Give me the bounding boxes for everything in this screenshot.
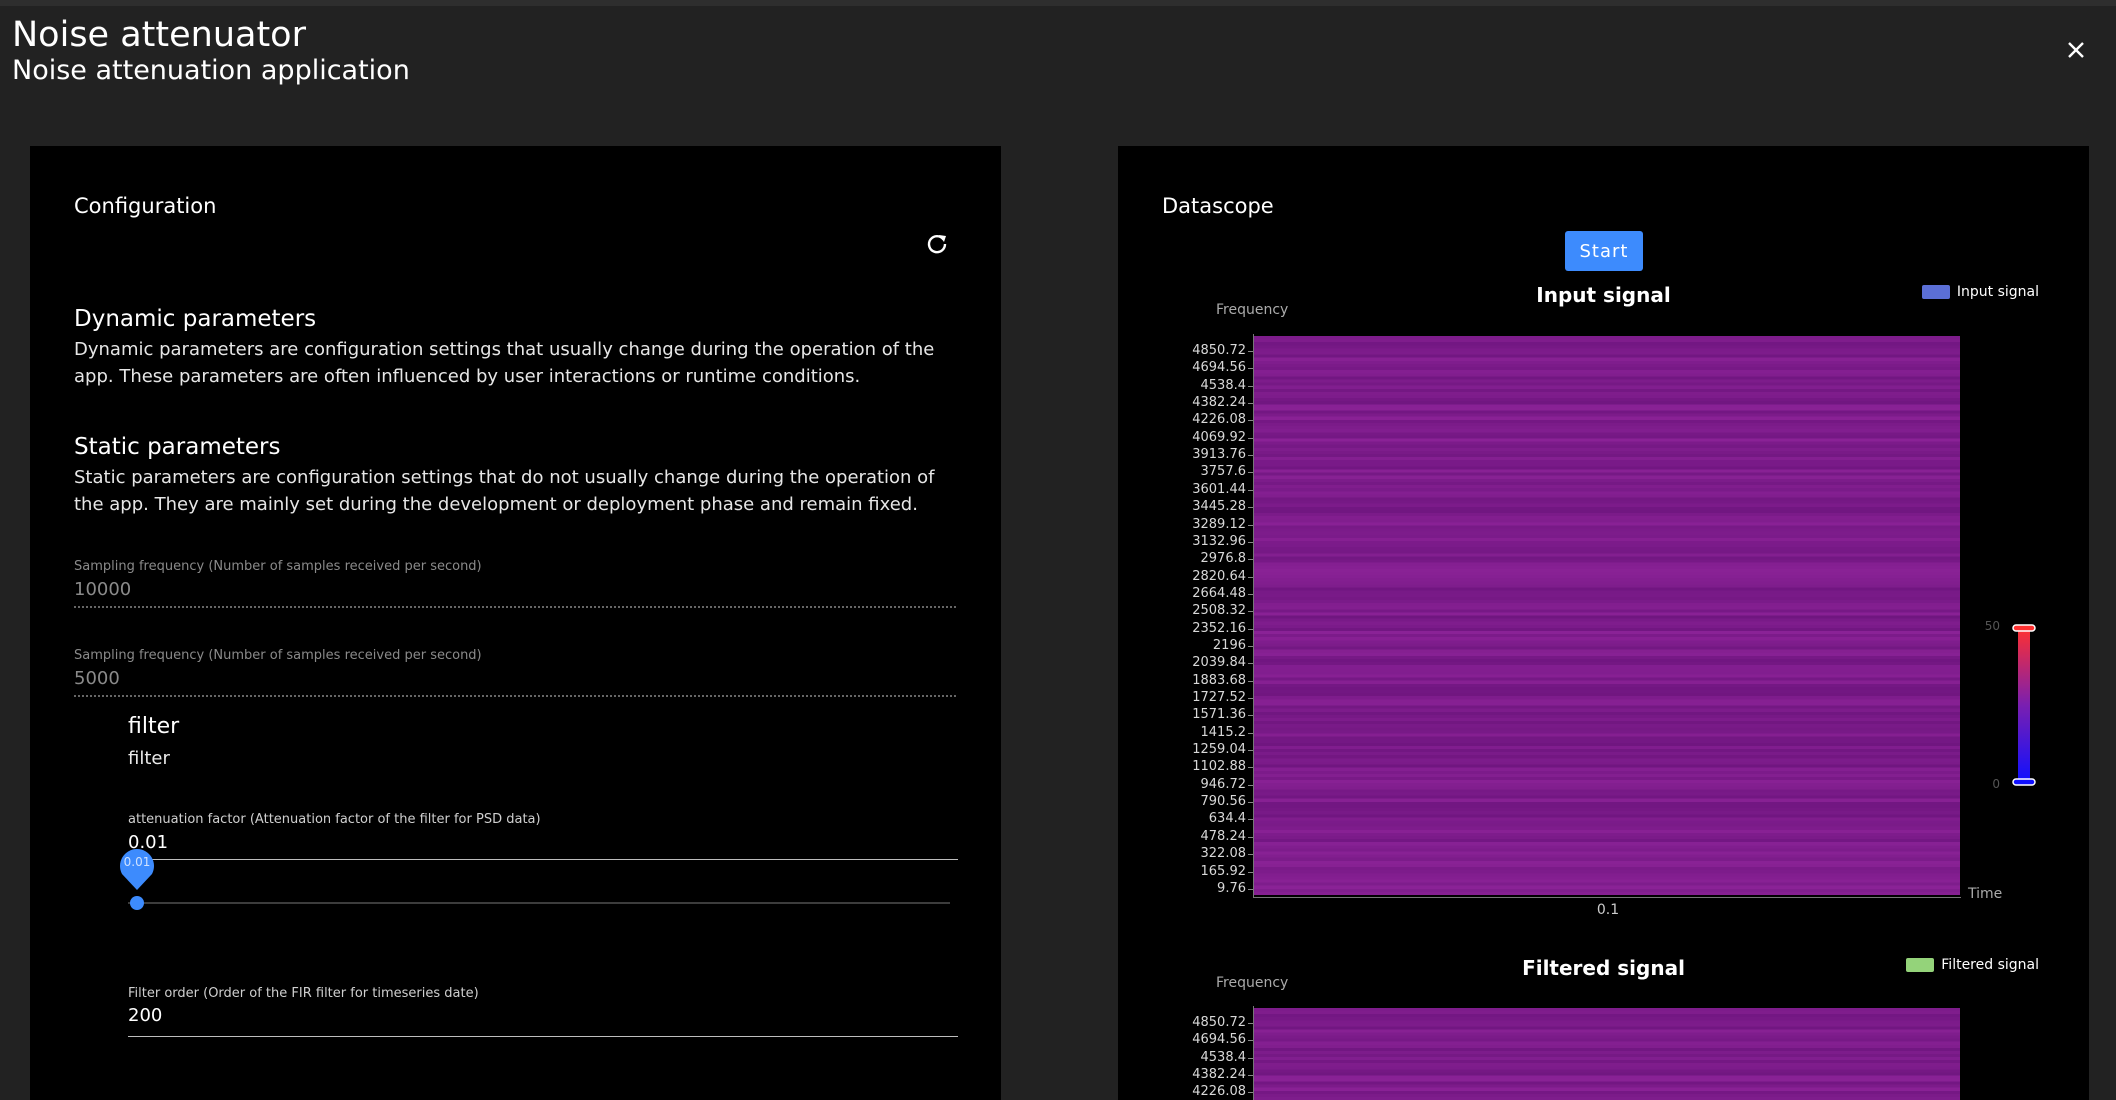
- attenuation-value-underline: [128, 859, 958, 860]
- filtered-y-tick-label: 4694.56: [1192, 1032, 1246, 1048]
- dynamic-parameters-text: Dynamic parameters are configuration set…: [74, 339, 935, 387]
- static-parameters-text: Static parameters are configuration sett…: [74, 467, 935, 515]
- filtered-y-axis-line: [1253, 1006, 1254, 1100]
- field-underline: [74, 606, 956, 608]
- app-title: Noise attenuator: [12, 15, 306, 55]
- filter-description: filter: [128, 748, 170, 769]
- sampling-frequency-field: 10000: [74, 579, 132, 600]
- attenuation-factor-label: attenuation factor (Attenuation factor o…: [128, 812, 541, 827]
- attenuation-bubble-text: 0.01: [123, 855, 151, 869]
- sampling-frequency-label-2: Sampling frequency (Number of samples re…: [74, 648, 482, 663]
- filter-title: filter: [128, 714, 180, 739]
- attenuation-slider-value-bubble[interactable]: 0.01: [118, 846, 156, 892]
- close-button[interactable]: [2062, 36, 2090, 64]
- static-parameters-heading: Static parameters: [74, 434, 281, 460]
- filter-order-underline: [128, 1036, 958, 1037]
- filtered-y-tick-label: 4850.72: [1192, 1015, 1246, 1030]
- field-underline-2: [74, 695, 956, 697]
- window-top-bar: [0, 0, 2116, 6]
- refresh-icon: [927, 235, 947, 254]
- filtered-y-axis-label: Frequency: [1216, 975, 1289, 991]
- filtered-signal-chart: Filtered signal Filtered signal Frequenc…: [1118, 146, 2089, 1100]
- filter-order-input[interactable]: [128, 1005, 958, 1026]
- filtered-chart-legend[interactable]: Filtered signal: [1906, 957, 2039, 973]
- close-icon: [2068, 42, 2084, 58]
- sampling-frequency-field-2: 5000: [74, 668, 120, 689]
- attenuation-slider-thumb[interactable]: [130, 896, 144, 910]
- sampling-frequency-label: Sampling frequency (Number of samples re…: [74, 559, 482, 574]
- datascope-panel: Datascope Start Input signal Input signa…: [1118, 146, 2089, 1100]
- filtered-y-tick-label: 4382.24: [1192, 1067, 1246, 1083]
- configuration-title: Configuration: [74, 194, 217, 218]
- filtered-heatmap: [1254, 1008, 1960, 1100]
- filtered-y-tick-label: 4538.4: [1200, 1049, 1247, 1065]
- filtered-legend-label: Filtered signal: [1941, 957, 2039, 973]
- attenuation-slider-track[interactable]: [128, 902, 950, 904]
- configuration-panel: Configuration Dynamic parameters Dynamic…: [30, 146, 1001, 1100]
- app-subtitle: Noise attenuation application: [12, 55, 410, 86]
- dynamic-parameters-heading: Dynamic parameters: [74, 306, 317, 332]
- filter-order-label: Filter order (Order of the FIR filter fo…: [128, 986, 479, 1001]
- refresh-button[interactable]: [923, 230, 951, 258]
- filtered-legend-swatch: [1906, 958, 1935, 972]
- filtered-y-tick-label: 4226.08: [1192, 1084, 1246, 1100]
